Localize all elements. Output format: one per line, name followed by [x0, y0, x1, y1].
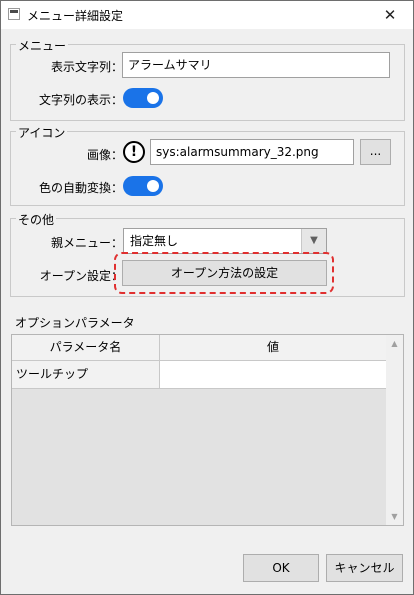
table-scrollbar[interactable]: ▲ ▼ — [386, 335, 403, 525]
display-text-input[interactable]: アラームサマリ — [122, 52, 390, 78]
column-header-value[interactable]: 値 — [160, 335, 387, 361]
open-setting-label: オープン設定： — [39, 269, 123, 283]
options-title: オプションパラメータ — [15, 316, 135, 330]
image-label: 画像： — [86, 148, 123, 162]
image-path-input[interactable]: sys:alarmsummary_32.png — [150, 139, 354, 165]
icon-group: アイコン 画像： ! sys:alarmsummary_32.png ... 色… — [10, 124, 405, 206]
auto-color-label: 色の自動変換： — [38, 181, 123, 195]
window-app-icon — [8, 8, 20, 20]
other-group-legend: その他 — [16, 211, 57, 228]
icon-group-legend: アイコン — [16, 124, 68, 141]
parent-menu-label: 親メニュー： — [50, 236, 123, 250]
column-header-name[interactable]: パラメータ名 — [12, 335, 160, 361]
title-bar: メニュー詳細設定 ✕ — [1, 1, 413, 29]
options-table: パラメータ名 値 ツールチップ ▲ ▼ — [11, 334, 404, 526]
menu-group-legend: メニュー — [16, 37, 69, 54]
close-button[interactable]: ✕ — [367, 1, 413, 29]
show-text-toggle[interactable] — [123, 88, 163, 108]
close-icon: ✕ — [383, 6, 397, 24]
display-text-label: 表示文字列： — [50, 60, 123, 74]
cancel-button[interactable]: キャンセル — [326, 554, 403, 582]
parent-menu-value: 指定無し — [130, 234, 179, 248]
table-row-value[interactable] — [160, 361, 387, 389]
open-method-button[interactable]: オープン方法の設定 — [122, 260, 327, 286]
other-group: その他 親メニュー： 指定無し ▼ オープン設定： オープン方法の設定 — [10, 211, 405, 297]
scroll-down-icon[interactable]: ▼ — [386, 508, 403, 525]
table-row-name[interactable]: ツールチップ — [12, 361, 160, 389]
show-text-label: 文字列の表示： — [38, 93, 123, 107]
ok-button[interactable]: OK — [243, 554, 319, 582]
menu-group: メニュー 表示文字列： アラームサマリ 文字列の表示： — [10, 37, 405, 121]
warning-icon: ! — [123, 141, 145, 163]
window-title: メニュー詳細設定 — [27, 9, 124, 23]
browse-button[interactable]: ... — [360, 139, 391, 165]
chevron-down-icon: ▼ — [301, 229, 326, 253]
auto-color-toggle[interactable] — [123, 176, 163, 196]
dialog-window: メニュー詳細設定 ✕ メニュー 表示文字列： アラームサマリ 文字列の表示： ア… — [0, 0, 414, 595]
scroll-up-icon[interactable]: ▲ — [386, 335, 403, 352]
parent-menu-select[interactable]: 指定無し ▼ — [123, 228, 327, 254]
